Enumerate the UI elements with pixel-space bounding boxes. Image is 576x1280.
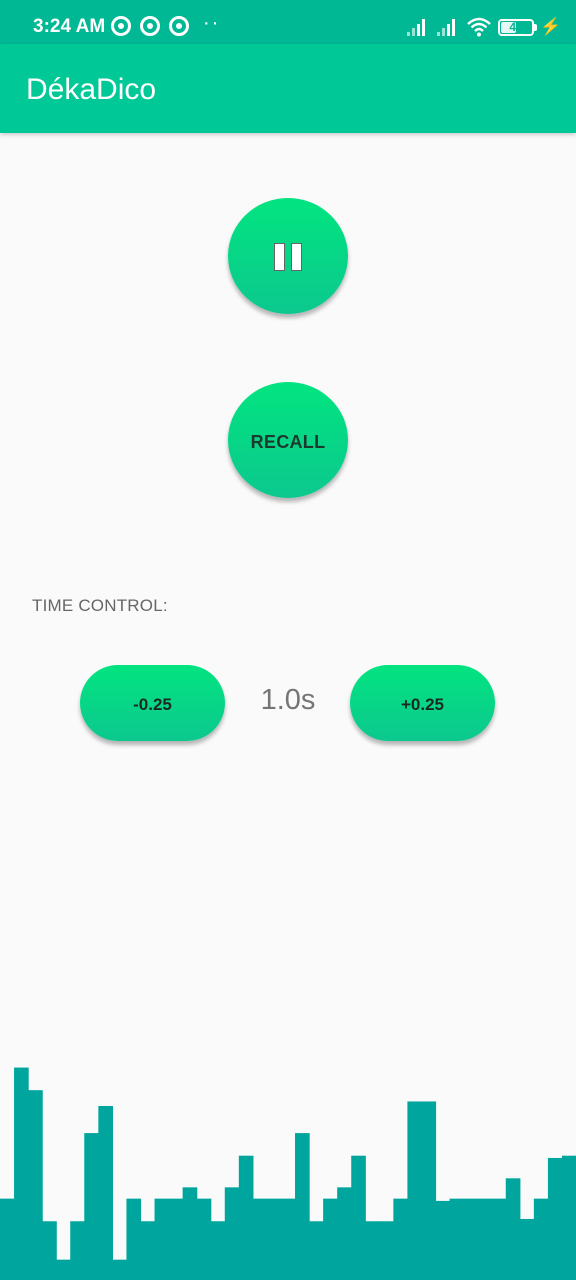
audio-visualizer [0,1067,576,1280]
increase-time-button[interactable]: +0.25 [350,665,495,741]
decrease-time-label: -0.25 [133,695,172,714]
visualizer-bar [280,1198,296,1280]
signal-icon [437,18,459,36]
visualizer-bar [42,1221,57,1280]
visualizer-bar [463,1198,479,1280]
visualizer-bar [533,1198,549,1280]
notification-icon [111,16,131,36]
visualizer-bar [295,1133,310,1280]
visualizer-bar [365,1221,380,1280]
visualizer-bar [421,1101,437,1280]
visualizer-bar [182,1187,198,1280]
recall-button[interactable]: RECALL [228,382,348,498]
visualizer-bar [266,1198,282,1280]
decrease-time-button[interactable]: -0.25 [80,665,225,741]
visualizer-bar [196,1198,212,1280]
visualizer-bar [547,1157,563,1280]
recall-label: RECALL [250,432,326,452]
battery-percent: 49 [509,20,523,34]
visualizer-bar [84,1133,99,1280]
app-bar: DékaDico [0,44,576,133]
visualizer-bar [224,1187,240,1280]
signal-icon [407,18,429,36]
charging-icon: ⚡ [540,17,562,36]
visualizer-bar [98,1105,113,1280]
status-time: 3:24 AM [33,16,106,37]
visualizer-bar [126,1198,142,1280]
battery-icon: 49 [498,19,534,36]
visualizer-bar [140,1221,156,1280]
visualizer-bar [519,1218,535,1280]
visualizer-bar [28,1090,43,1280]
app-title: DékaDico [26,73,157,106]
visualizer-bar [154,1198,170,1280]
visualizer-bar [323,1198,338,1280]
visualizer-bar [112,1259,128,1280]
visualizer-bar [477,1198,493,1280]
battery-tip [534,24,537,31]
visualizer-bar [351,1155,366,1280]
visualizer-bar [505,1178,521,1280]
notification-icon [169,16,189,36]
pause-button[interactable] [228,198,348,314]
visualizer-bar [407,1101,423,1280]
wifi-icon [467,17,491,37]
visualizer-bar [70,1221,85,1280]
time-value: 1.0s [260,684,316,716]
time-control-label: TIME CONTROL: [32,596,168,615]
visualizer-bar [393,1198,409,1280]
visualizer-bar [337,1187,352,1280]
visualizer-bar [309,1221,324,1280]
status-bar: 3:24 AM ·· 49 ⚡ [0,0,576,44]
notification-icon [140,16,160,36]
visualizer-bar [561,1155,576,1280]
visualizer-bar [0,1198,15,1280]
visualizer-bar [56,1259,71,1280]
visualizer-bar [238,1155,254,1280]
visualizer-bar [252,1198,268,1280]
visualizer-bar [435,1200,451,1280]
visualizer-bar [379,1221,394,1280]
visualizer-bar [168,1198,184,1280]
more-notifications-icon: ·· [203,12,221,34]
visualizer-bar [491,1198,507,1280]
visualizer-bar [210,1221,226,1280]
visualizer-bar [14,1067,29,1280]
visualizer-bar [449,1198,465,1280]
increase-time-label: +0.25 [400,695,444,714]
